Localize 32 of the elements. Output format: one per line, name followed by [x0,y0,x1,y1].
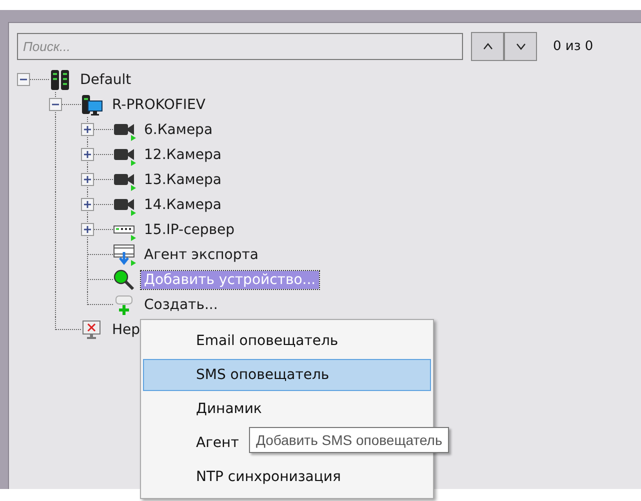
chevron-down-icon [516,43,526,50]
menu-item[interactable]: Динамик [143,393,431,425]
add-device-icon [113,294,135,316]
server-rack-icon [49,68,71,90]
menu-item[interactable]: Email оповещатель [143,325,431,357]
expand-icon[interactable] [81,173,94,186]
monitor-error-icon [81,318,103,340]
film-download-icon [113,244,137,266]
chevron-up-icon [482,43,492,50]
collapse-icon[interactable] [17,73,30,86]
menu-item[interactable]: SMS оповещатель [143,359,431,391]
tree-item[interactable]: Нер [109,320,144,338]
expand-icon[interactable] [81,223,94,236]
tree-item[interactable]: R-PROKOFIEV [109,96,208,114]
collapse-icon[interactable] [49,98,62,111]
menu-item[interactable]: NTP синхронизация [143,461,431,493]
tooltip: Добавить SMS оповещатель [249,427,450,453]
tree-item[interactable]: 12.Камера [141,146,224,164]
expand-icon[interactable] [81,198,94,211]
tree-item[interactable]: Агент экспорта [141,246,262,264]
match-counter: 0 из 0 [553,39,594,54]
expand-icon[interactable] [81,148,94,161]
tree-item[interactable]: 14.Камера [141,196,224,214]
tree-item[interactable]: 13.Камера [141,170,224,188]
search-field[interactable]: Поиск... [17,33,463,60]
expand-icon[interactable] [81,123,94,136]
tree-item[interactable]: Default [77,70,134,88]
search-icon [113,268,135,290]
tree-item[interactable]: Создать... [141,296,221,314]
tree-item[interactable]: 15.IP-сервер [141,220,238,238]
tree-item[interactable]: 6.Камера [141,120,216,138]
computer-icon [81,94,103,116]
